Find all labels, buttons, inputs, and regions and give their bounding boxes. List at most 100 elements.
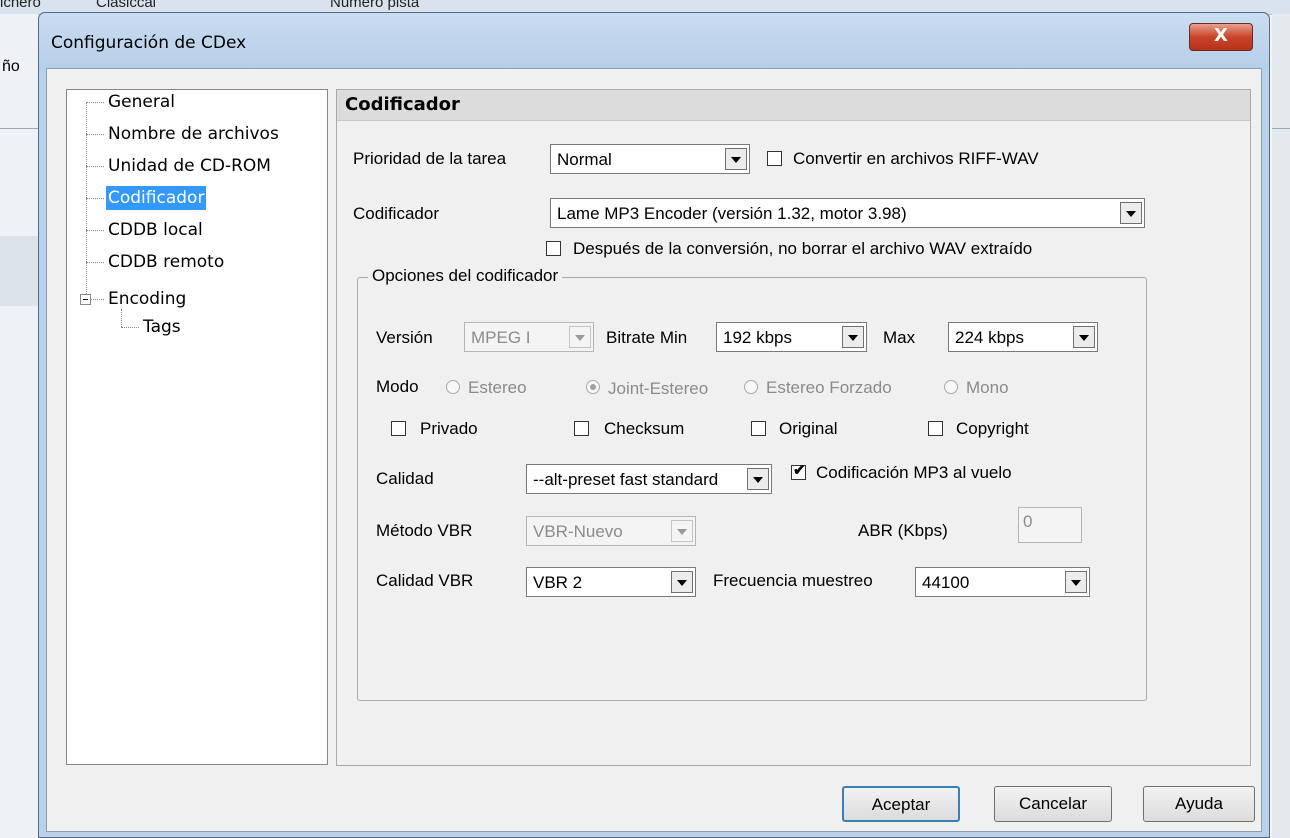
help-button[interactable]: Ayuda	[1143, 786, 1255, 822]
codificador-panel: Codificador Prioridad de la tarea Normal…	[336, 89, 1251, 766]
bitrate-max-value: 224 kbps	[955, 328, 1024, 347]
tree-item-encoding[interactable]: Encoding	[106, 287, 188, 311]
copyright-label: Copyright	[956, 419, 1029, 438]
priority-select[interactable]: Normal	[550, 144, 750, 174]
chevron-down-icon	[753, 477, 763, 483]
chevron-down-icon	[575, 335, 585, 341]
chevron-down-icon	[677, 580, 687, 586]
copyright-checkbox[interactable]	[928, 421, 943, 436]
tree-item-tags[interactable]: Tags	[141, 315, 183, 339]
tree-item-nombre-archivos[interactable]: Nombre de archivos	[106, 122, 281, 146]
onthefly-checkbox[interactable]: ✔	[791, 462, 806, 480]
quality-value: --alt-preset fast standard	[533, 470, 719, 489]
dropdown-button[interactable]	[671, 520, 693, 542]
dropdown-button[interactable]	[1065, 571, 1087, 593]
mode-joint-estereo-radio[interactable]	[586, 380, 600, 394]
dropdown-button[interactable]	[747, 468, 769, 490]
tree-connector	[91, 299, 104, 300]
checkmark-icon: ✔	[793, 462, 806, 479]
tree-item-general[interactable]: General	[106, 90, 177, 114]
cdex-settings-dialog: Configuración de CDex X General Nombre d…	[38, 12, 1270, 838]
tree-connector	[86, 230, 104, 231]
version-select[interactable]: MPEG I	[464, 322, 594, 352]
max-label: Max	[883, 328, 916, 347]
mode-estereo-radio[interactable]	[446, 380, 460, 394]
tree-connector	[86, 134, 104, 135]
riff-wav-checkbox[interactable]	[767, 151, 782, 166]
background-divider	[1272, 128, 1290, 129]
dropdown-button[interactable]	[569, 326, 591, 348]
background-text: ño	[2, 58, 20, 75]
version-value: MPEG I	[471, 328, 531, 347]
tree-connector	[86, 102, 87, 298]
encoder-label: Codificador	[353, 204, 439, 223]
dropdown-button[interactable]	[725, 148, 747, 170]
tree-item-unidad-cdrom[interactable]: Unidad de CD-ROM	[106, 154, 273, 178]
close-icon: X	[1214, 25, 1228, 46]
tree-connector	[86, 102, 104, 103]
settings-tree[interactable]: General Nombre de archivos Unidad de CD-…	[66, 89, 328, 765]
background-text: Clasiccal	[96, 0, 157, 11]
privado-checkbox[interactable]	[391, 421, 406, 436]
encoder-select[interactable]: Lame MP3 Encoder (versión 1.32, motor 3.…	[550, 198, 1145, 228]
panel-title: Codificador	[345, 94, 460, 115]
bitrate-min-select[interactable]: 192 kbps	[716, 322, 867, 352]
background-panel	[0, 236, 38, 306]
dropdown-button[interactable]	[671, 571, 693, 593]
sample-rate-value: 44100	[922, 573, 970, 592]
dropdown-button[interactable]	[1073, 326, 1095, 348]
mode-estereo-label: Estereo	[468, 378, 527, 397]
riff-wav-label: Convertir en archivos RIFF-WAV	[793, 149, 1039, 168]
radio-selected-dot	[590, 384, 596, 390]
abr-label: ABR (Kbps)	[858, 521, 948, 540]
abr-input[interactable]: 0	[1018, 507, 1082, 543]
keep-wav-label: Después de la conversión, no borrar el a…	[573, 239, 1033, 258]
vbr-quality-value: VBR 2	[533, 573, 583, 592]
bitrate-min-label: Bitrate Min	[606, 328, 688, 347]
ok-button[interactable]: Aceptar	[842, 786, 960, 822]
tree-item-cddb-local[interactable]: CDDB local	[106, 218, 205, 242]
priority-value: Normal	[557, 150, 612, 169]
chevron-down-icon	[848, 335, 858, 341]
mode-label: Modo	[376, 377, 419, 396]
original-label: Original	[779, 419, 838, 438]
tree-item-cddb-remoto[interactable]: CDDB remoto	[106, 250, 226, 274]
tree-connector	[121, 309, 122, 327]
quality-select[interactable]: --alt-preset fast standard	[526, 464, 772, 494]
tree-item-codificador[interactable]: Codificador	[106, 186, 207, 210]
close-button[interactable]: X	[1189, 23, 1253, 51]
panel-header: Codificador	[337, 90, 1250, 121]
vbr-method-select[interactable]: VBR-Nuevo	[526, 516, 696, 546]
original-checkbox[interactable]	[751, 421, 766, 436]
tree-connector	[121, 327, 139, 328]
vbr-method-value: VBR-Nuevo	[533, 522, 623, 541]
cancel-button[interactable]: Cancelar	[994, 786, 1112, 822]
keep-wav-checkbox[interactable]	[546, 241, 561, 256]
collapse-icon[interactable]	[80, 294, 91, 305]
bitrate-max-select[interactable]: 224 kbps	[948, 322, 1098, 352]
version-label: Versión	[376, 328, 433, 347]
group-title: Opciones del codificador	[368, 266, 563, 286]
vbr-quality-select[interactable]: VBR 2	[526, 567, 696, 597]
mode-estereo-forzado-radio[interactable]	[744, 380, 758, 394]
privado-label: Privado	[420, 419, 478, 438]
background-text: Numero pista	[330, 0, 420, 11]
chevron-down-icon	[1079, 335, 1089, 341]
tree-connector	[86, 166, 104, 167]
window-title: Configuración de CDex	[51, 33, 247, 53]
mode-joint-estereo-label: Joint-Estereo	[608, 379, 709, 398]
title-bar[interactable]: Configuración de CDex X	[39, 13, 1269, 69]
minus-icon	[83, 299, 88, 300]
sample-rate-select[interactable]: 44100	[915, 567, 1090, 597]
priority-label: Prioridad de la tarea	[353, 149, 507, 168]
tree-connector	[86, 198, 104, 199]
vbr-method-label: Método VBR	[376, 521, 473, 540]
vbr-quality-label: Calidad VBR	[376, 571, 474, 590]
mode-mono-radio[interactable]	[944, 380, 958, 394]
encoder-options-group: Opciones del codificador Versión MPEG I …	[357, 266, 1147, 701]
checksum-checkbox[interactable]	[574, 421, 589, 436]
dropdown-button[interactable]	[842, 326, 864, 348]
dropdown-button[interactable]	[1120, 202, 1142, 224]
background-app-left	[0, 14, 38, 838]
abr-value: 0	[1023, 512, 1033, 531]
